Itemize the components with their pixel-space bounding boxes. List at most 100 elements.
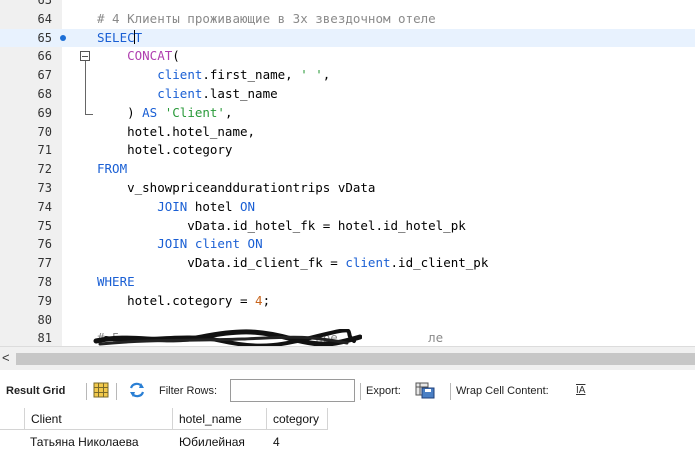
- code-text[interactable]: FROM: [97, 160, 127, 179]
- grid-layout-icon[interactable]: [93, 382, 109, 398]
- line-number: 69: [37, 105, 52, 120]
- result-toolbar: Result Grid Filter Rows: Export: Wrap Ce…: [0, 372, 695, 406]
- code-text[interactable]: hotel.hotel_name,: [97, 123, 255, 142]
- code-token: vData.id_hotel_fk = hotel.id_hotel_pk: [97, 217, 466, 233]
- code-token: JOIN: [157, 236, 188, 252]
- table-cell-cotegory[interactable]: 4: [267, 432, 328, 452]
- wrap-cell-icon[interactable]: IA: [576, 385, 585, 396]
- code-token: CONCAT: [127, 48, 173, 64]
- toolbar-separator: [450, 383, 451, 400]
- code-token: ле: [428, 330, 444, 346]
- code-text[interactable]: SELECT: [97, 29, 142, 48]
- code-token: vData.id_client_fk =: [97, 255, 346, 271]
- code-line[interactable]: 67 client.first_name, ' ',: [0, 66, 695, 85]
- horizontal-scrollbar[interactable]: <: [0, 346, 695, 370]
- code-text[interactable]: hotel.cotegory: [97, 141, 232, 160]
- code-token: 'Client': [164, 104, 225, 120]
- code-line[interactable]: 68 client.last_name: [0, 85, 695, 104]
- table-cell-hotel-name[interactable]: Юбилейная: [173, 432, 267, 452]
- code-line[interactable]: 74 JOIN hotel ON: [0, 198, 695, 217]
- code-line[interactable]: 72 FROM: [0, 160, 695, 179]
- code-token: ,: [224, 104, 233, 120]
- code-token: hotel: [187, 198, 241, 214]
- toolbar-separator: [116, 383, 117, 400]
- fold-guide-line: [84, 61, 86, 114]
- code-line[interactable]: 78 WHERE: [0, 273, 695, 292]
- code-line[interactable]: 70 hotel.hotel_name,: [0, 123, 695, 142]
- code-line[interactable]: 80: [0, 311, 695, 330]
- line-number: 77: [37, 256, 52, 271]
- code-line[interactable]: 73 v_showpriceanddurationtrips vData: [0, 179, 695, 198]
- code-line[interactable]: 64 # 4 Клиенты проживающие в 3х звездочно…: [0, 10, 695, 29]
- result-grid-tab[interactable]: Result Grid: [6, 385, 65, 397]
- code-token: 4: [255, 292, 263, 308]
- code-token: client: [157, 86, 203, 101]
- scroll-left-arrow-icon[interactable]: <: [2, 350, 10, 365]
- code-line[interactable]: 66 CONCAT(: [0, 47, 695, 66]
- row-header-corner: [0, 408, 24, 430]
- code-text[interactable]: client.last_name: [97, 85, 278, 104]
- code-text[interactable]: vData.id_hotel_fk = hotel.id_hotel_pk: [97, 217, 466, 236]
- line-number: 71: [37, 143, 52, 158]
- fold-toggle-icon[interactable]: [80, 51, 90, 61]
- code-text[interactable]: vData.id_client_fk = client.id_client_pk: [97, 254, 488, 273]
- current-statement-marker-icon[interactable]: [60, 34, 66, 41]
- code-line[interactable]: 65 SELECT: [0, 28, 695, 48]
- code-line[interactable]: 75 vData.id_hotel_fk = hotel.id_hotel_pk: [0, 217, 695, 236]
- code-token: ' ': [300, 67, 323, 83]
- code-text[interactable]: ) AS 'Client',: [97, 104, 233, 123]
- table-cell-client[interactable]: Татьяна Николаева: [24, 432, 173, 452]
- code-token: .first_name,: [202, 67, 301, 83]
- code-text[interactable]: hotel.cotegory = 4;: [97, 292, 270, 311]
- line-number: 65: [37, 30, 52, 45]
- code-token: .last_name: [202, 86, 278, 101]
- line-number: 76: [37, 237, 52, 252]
- code-token: T: [134, 29, 143, 45]
- filter-rows-input[interactable]: [230, 379, 355, 402]
- scrollbar-thumb[interactable]: [16, 353, 695, 365]
- code-token: # 4 Клиенты проживающие в 3х звездочном …: [97, 10, 436, 26]
- code-token: ON: [247, 236, 263, 252]
- code-text[interactable]: WHERE: [97, 273, 135, 292]
- code-line[interactable]: 76 JOIN client ON: [0, 235, 695, 254]
- result-grid[interactable]: Client hotel_name cotegory Татьяна Никол…: [0, 408, 695, 471]
- toolbar-separator: [86, 383, 87, 400]
- column-header-hotel-name[interactable]: hotel_name: [173, 408, 267, 430]
- code-text[interactable]: client.first_name, ' ',: [97, 66, 330, 85]
- line-number: 67: [37, 68, 52, 83]
- column-header-client[interactable]: Client: [24, 408, 173, 430]
- code-text[interactable]: JOIN hotel ON: [97, 198, 255, 217]
- fold-guide-end: [84, 114, 93, 115]
- line-number: 72: [37, 162, 52, 177]
- code-line[interactable]: 79 hotel.cotegory = 4;: [0, 292, 695, 311]
- code-token: hotel.hotel_name,: [97, 123, 256, 139]
- code-text[interactable]: CONCAT(: [97, 47, 180, 66]
- export-icon[interactable]: [415, 382, 435, 399]
- code-token: (: [172, 48, 180, 64]
- line-number: 73: [37, 181, 52, 195]
- code-text[interactable]: v_showpriceanddurationtrips vData: [97, 179, 375, 198]
- code-token: ;: [262, 292, 271, 308]
- code-text[interactable]: # 4 Клиенты проживающие в 3х звездочном …: [97, 10, 436, 29]
- code-line[interactable]: 63: [0, 0, 695, 10]
- code-token: ON: [240, 198, 256, 214]
- code-token: client: [194, 236, 241, 252]
- code-text[interactable]: JOIN client ON: [97, 235, 263, 254]
- sql-editor[interactable]: 63 64 # 4 Клиенты проживающие в 3х звездоч…: [0, 0, 695, 346]
- code-token: hotel.cotegory =: [97, 292, 256, 308]
- code-line[interactable]: 77 vData.id_client_fk = client.id_client…: [0, 254, 695, 273]
- code-line[interactable]: 71 hotel.cotegory: [0, 141, 695, 160]
- refresh-icon[interactable]: [128, 382, 146, 398]
- code-token: v_showpriceanddurationtrips vData: [97, 180, 376, 195]
- code-token: hotel.cotegory: [97, 142, 233, 158]
- column-header-cotegory[interactable]: cotegory: [267, 408, 328, 430]
- code-line[interactable]: 69 ) AS 'Client',: [0, 104, 695, 123]
- code-token: JOIN: [157, 198, 188, 214]
